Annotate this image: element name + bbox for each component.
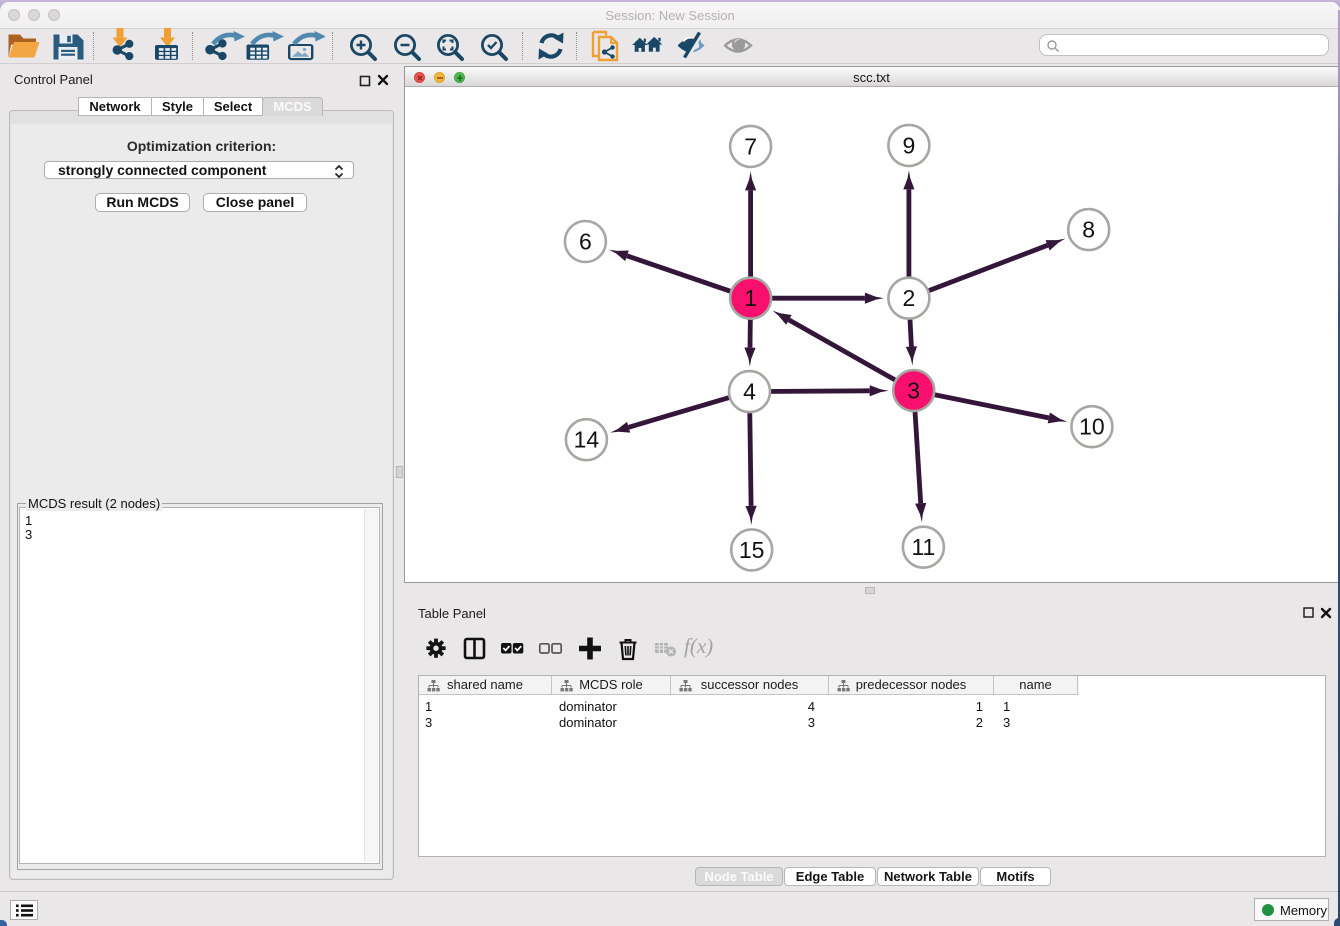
svg-text:7: 7 [744,133,757,159]
svg-text:4: 4 [743,379,756,405]
svg-text:9: 9 [903,132,916,158]
svg-text:2: 2 [903,285,916,311]
svg-text:8: 8 [1082,217,1095,243]
svg-text:6: 6 [579,229,592,255]
svg-text:3: 3 [907,378,920,404]
svg-text:11: 11 [911,534,935,560]
svg-text:14: 14 [574,427,600,453]
svg-text:10: 10 [1079,414,1105,440]
svg-text:15: 15 [739,537,765,563]
svg-text:1: 1 [744,285,757,311]
